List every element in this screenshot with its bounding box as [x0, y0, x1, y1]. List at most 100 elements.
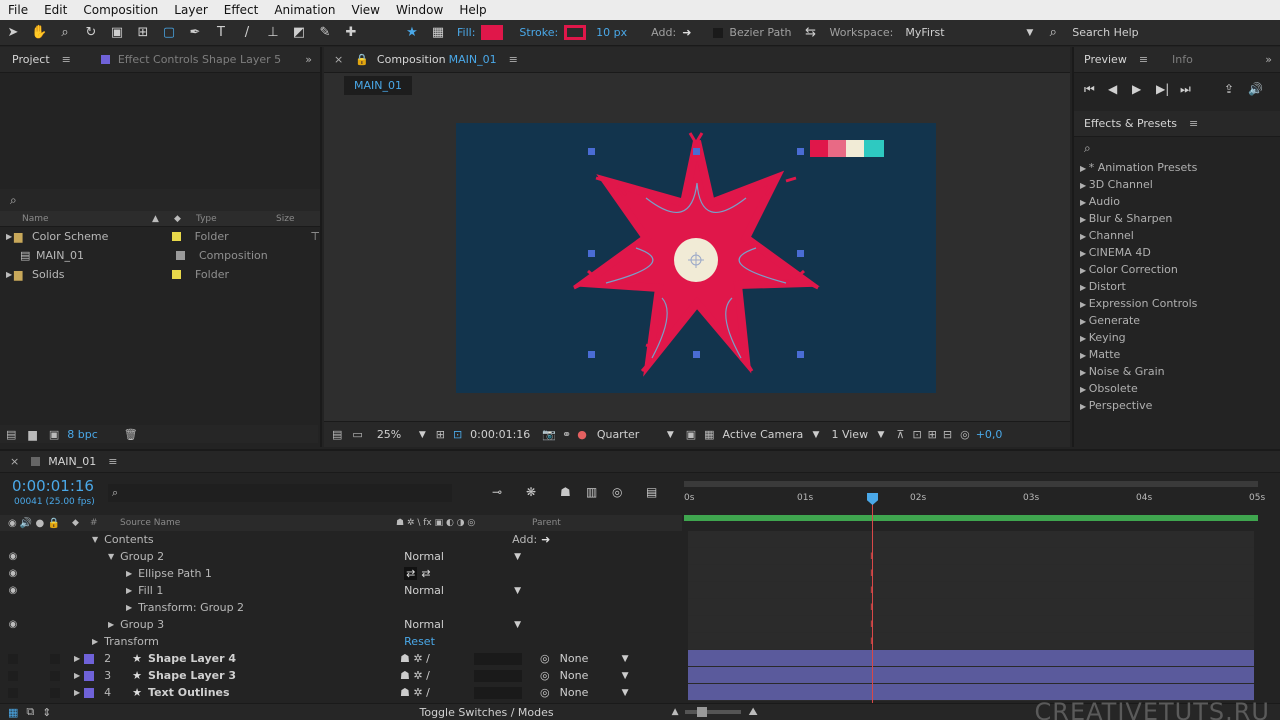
audio-icon[interactable]: 🔊	[1248, 82, 1263, 96]
effects-category-item[interactable]: ▶ Channel	[1074, 227, 1280, 244]
effects-search[interactable]: ⌕	[1074, 137, 1280, 159]
layer-track-bar[interactable]	[688, 531, 1254, 548]
monitor-icon[interactable]: ▭	[352, 428, 362, 441]
layer-mode-switches[interactable]	[474, 669, 523, 682]
expand-triangle-icon[interactable]: ▶	[1080, 232, 1089, 241]
star-tool-icon[interactable]: ★	[404, 25, 420, 41]
reset-exposure-icon[interactable]: ⊡	[912, 428, 921, 441]
expand-triangle-icon[interactable]: ▶	[126, 586, 132, 595]
hide-shy-layers-icon[interactable]: ☗	[560, 485, 586, 499]
property-row[interactable]: ◉ ▶ Group 3 Normal ▼	[0, 616, 682, 633]
current-time-indicator[interactable]	[872, 493, 873, 703]
layer-track-bar[interactable]	[688, 667, 1254, 684]
resolution-dropdown-icon[interactable]: ▼	[667, 430, 674, 440]
visibility-eye-icon[interactable]: ◉	[8, 619, 18, 630]
lock-toggle[interactable]	[50, 687, 60, 698]
menu-animation[interactable]: Animation	[266, 0, 343, 20]
work-area-range[interactable]	[684, 515, 1258, 521]
expand-triangle-icon[interactable]: ▶	[108, 620, 114, 629]
work-area-bar[interactable]	[684, 481, 1258, 487]
network-icon[interactable]: ⊤	[310, 230, 320, 243]
expand-triangle-icon[interactable]: ▶	[74, 671, 80, 680]
timeline-search-input[interactable]: ⌕	[108, 484, 452, 502]
sort-icon[interactable]: ▲	[152, 214, 174, 224]
layer-name[interactable]: Shape Layer 3	[148, 669, 400, 682]
visibility-eye-icon[interactable]: ◉	[8, 568, 18, 579]
expand-triangle-icon[interactable]: ▶	[1080, 385, 1089, 394]
label-icon[interactable]: ◆	[72, 518, 90, 528]
delete-icon[interactable]: 🗑	[124, 428, 138, 441]
draft-3d-icon[interactable]: ❋	[526, 485, 560, 499]
parent-dropdown-icon[interactable]: ▼	[622, 688, 629, 698]
play-icon[interactable]: ▶	[1132, 82, 1156, 96]
blend-mode-select[interactable]: Normal	[404, 618, 514, 631]
expand-triangle-icon[interactable]: ▶	[92, 637, 98, 646]
add-button-icon[interactable]: ➜	[541, 533, 550, 546]
tab-effects-presets[interactable]: Effects & Presets	[1074, 117, 1185, 130]
expand-triangle-icon[interactable]: ▶	[1080, 334, 1089, 343]
always-preview-icon[interactable]: ▤	[332, 428, 342, 441]
motion-blur-icon[interactable]: ◎	[612, 485, 646, 499]
menu-edit[interactable]: Edit	[36, 0, 75, 20]
transparency-grid-icon[interactable]: ▦	[704, 428, 714, 441]
effects-category-item[interactable]: ▶ Distort	[1074, 278, 1280, 295]
frame-blending-icon[interactable]: ▥	[586, 485, 612, 499]
stroke-width-value[interactable]: 10 px	[596, 26, 627, 39]
contents-row[interactable]: ▼ Contents Add: ➜	[0, 531, 682, 548]
rectangle-tool-icon[interactable]: ▢	[161, 25, 177, 41]
path-direction-icon[interactable]: ⇄	[404, 567, 418, 580]
hand-tool-icon[interactable]: ✋	[31, 25, 47, 41]
blend-mode-dropdown-icon[interactable]: ▼	[514, 586, 521, 596]
snapshot-icon[interactable]: 📷	[542, 428, 556, 441]
menu-effect[interactable]: Effect	[216, 0, 267, 20]
layer-track-bar[interactable]	[688, 650, 1254, 667]
previous-frame-icon[interactable]: ◀	[1108, 82, 1132, 96]
visibility-toggle[interactable]	[8, 687, 18, 698]
expand-panels-icon[interactable]: »	[301, 53, 316, 66]
zoom-tool-icon[interactable]: ⌕	[57, 25, 73, 41]
effects-category-item[interactable]: ▶ Blur & Sharpen	[1074, 210, 1280, 227]
loop-icon[interactable]: ⇪	[1224, 82, 1248, 96]
layer-track-bar[interactable]	[688, 616, 1254, 633]
flowchart-icon[interactable]: ⊟	[943, 428, 952, 441]
tab-effect-controls[interactable]: Effect Controls Shape Layer 5	[110, 53, 289, 66]
fast-preview-icon[interactable]: ▣	[686, 428, 696, 441]
property-row[interactable]: ◉ ▶ Fill 1 Normal ▼	[0, 582, 682, 599]
layer-switches-icon[interactable]: ☗ ✲ /	[400, 652, 474, 665]
tab-info[interactable]: Info	[1164, 53, 1201, 66]
property-row[interactable]: ◉ ▼ Group 2 Normal ▼	[0, 548, 682, 565]
timeline-zoom-slider[interactable]	[684, 707, 741, 717]
fill-swatch[interactable]	[481, 25, 504, 40]
expand-triangle-icon[interactable]: ▶	[1080, 164, 1089, 173]
exposure-icon[interactable]: ◎	[960, 428, 970, 441]
add-arrow-icon[interactable]: ➜	[682, 26, 691, 39]
property-row[interactable]: ▶ Transform Reset	[0, 633, 682, 650]
effects-category-item[interactable]: ▶ Obsolete	[1074, 380, 1280, 397]
layer-mode-switches[interactable]	[474, 652, 523, 665]
effects-category-item[interactable]: ▶ Expression Controls	[1074, 295, 1280, 312]
stroke-swatch[interactable]	[564, 25, 587, 40]
blend-mode-dropdown-icon[interactable]: ▼	[514, 552, 521, 562]
effects-category-item[interactable]: ▶ Noise & Grain	[1074, 363, 1280, 380]
effects-category-item[interactable]: ▶ 3D Channel	[1074, 176, 1280, 193]
expand-triangle-icon[interactable]: ▶	[0, 270, 14, 279]
brush-tool-icon[interactable]: /	[239, 25, 255, 41]
expand-stretch-icon[interactable]: ⇕	[42, 706, 51, 719]
lock-toggle[interactable]	[50, 653, 60, 664]
layer-track-bar[interactable]	[688, 582, 1254, 599]
list-item[interactable]: ▤ MAIN_01 Composition	[0, 246, 320, 265]
lock-toggle[interactable]	[50, 670, 60, 681]
list-item[interactable]: ▶ ▆ Solids Folder	[0, 265, 320, 284]
layer-switches-icon[interactable]: ☗ ✲ /	[400, 686, 474, 699]
expand-triangle-icon[interactable]: ▶	[1080, 283, 1089, 292]
layer-name[interactable]: Text Outlines	[148, 686, 400, 699]
visibility-eye-icon[interactable]: ◉	[8, 585, 18, 596]
panel-menu-icon[interactable]: ≡	[1185, 117, 1202, 130]
property-row[interactable]: ▶ Transform: Group 2	[0, 599, 682, 616]
col-type[interactable]: Type	[196, 214, 276, 224]
zoom-dropdown-icon[interactable]: ▼	[419, 430, 426, 440]
parent-dropdown-icon[interactable]: ▼	[622, 654, 629, 664]
expand-layer-switches-icon[interactable]: ▦	[8, 706, 18, 719]
label-swatch[interactable]	[176, 251, 185, 260]
list-item[interactable]: ▶ ▆ Color Scheme Folder ⊤	[0, 227, 320, 246]
